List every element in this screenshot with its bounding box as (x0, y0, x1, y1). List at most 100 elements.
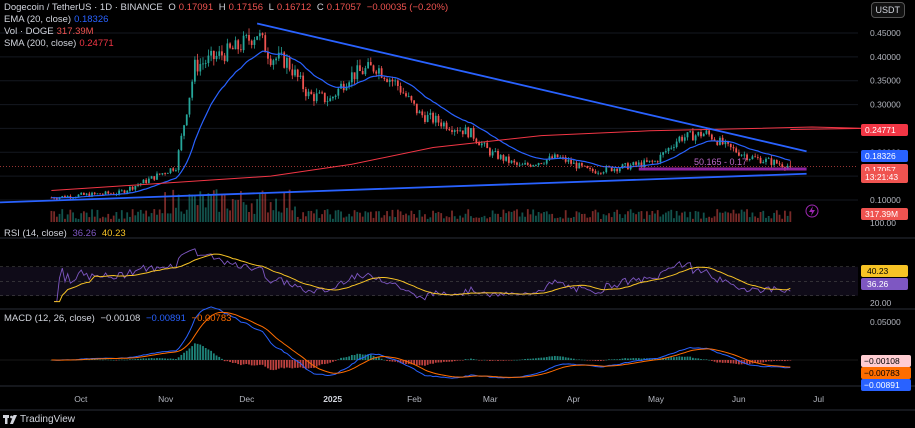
macd-histogram-bar (681, 356, 683, 360)
macd-axis-badge-text: −0.00783 (864, 368, 900, 378)
volume-bar (269, 202, 272, 222)
candle-body (461, 130, 464, 135)
ema-label: EMA (20, close) (4, 14, 72, 25)
candle-body (193, 59, 196, 82)
macd-histogram-bar (765, 360, 767, 362)
macd-histogram-bar (383, 359, 386, 361)
macd-histogram-bar (248, 360, 250, 365)
macd-histogram-bar (591, 360, 594, 361)
candle-body (518, 164, 521, 166)
volume-bar (762, 210, 765, 222)
volume-bar (591, 211, 594, 222)
volume-bar (683, 211, 686, 222)
macd-histogram-bar (767, 360, 770, 362)
candle-body (123, 190, 126, 193)
candle-body (107, 191, 110, 194)
volume-bar (137, 211, 139, 222)
rsi-axis-badge-text: 40.23 (867, 266, 889, 276)
macd-axis-badge-text: −0.00108 (864, 356, 900, 366)
candle-body (156, 173, 158, 180)
candle-body (581, 163, 583, 166)
volume-bar (55, 216, 58, 222)
volume-bar (204, 207, 207, 222)
volume-bar (83, 211, 85, 222)
ema-legend[interactable]: EMA (20, close) 0.18326 (4, 14, 111, 26)
candle-body (191, 81, 194, 98)
macd-histogram-bar (602, 360, 605, 361)
candle-body (616, 168, 619, 172)
candle-body (499, 155, 502, 159)
volume-bar (532, 209, 535, 222)
macd-histogram-bar (156, 358, 158, 360)
candle-body (399, 85, 402, 93)
tradingview-logo[interactable]: TradingView (3, 414, 75, 425)
volume-bar (627, 211, 629, 222)
volume-legend[interactable]: Vol · DOGE 317.39M (4, 26, 97, 38)
volume-bar (556, 217, 559, 222)
volume-bar (440, 213, 443, 222)
volume-bar (507, 211, 510, 222)
candle-body (169, 168, 172, 174)
volume-bar (180, 211, 183, 222)
volume-bar (472, 217, 475, 222)
macd-histogram-bar (350, 354, 353, 360)
candle-body (759, 157, 762, 164)
time-axis-label: Jun (732, 394, 746, 404)
macd-histogram-bar (599, 360, 602, 361)
symbol-name[interactable]: Dogecoin / TetherUS · 1D · BINANCE (4, 2, 163, 13)
candle-body (442, 122, 445, 127)
macd-histogram-bar (524, 359, 526, 360)
volume-bar (518, 216, 521, 222)
macd-histogram-bar (686, 356, 689, 360)
volume-bar (535, 215, 537, 222)
macd-histogram-bar (548, 356, 551, 360)
macd-histogram-bar (532, 358, 535, 360)
macd-axis-badge-text: −0.00891 (864, 380, 900, 390)
volume-bar (321, 214, 323, 222)
macd-histogram-bar (134, 359, 137, 360)
volume-bar (548, 214, 551, 222)
candle-body (164, 173, 167, 174)
volume-bar (277, 211, 280, 222)
volume-bar (77, 218, 80, 222)
volume-bar (729, 213, 732, 222)
macd-histogram-bar (269, 360, 272, 370)
macd-histogram-bar (708, 359, 711, 361)
macd-histogram-bar (177, 357, 180, 360)
candle-body (413, 100, 416, 104)
volume-bar (372, 217, 375, 222)
volume-bar (250, 203, 253, 222)
candle-body (537, 163, 540, 166)
macd-legend[interactable]: MACD (12, 26, close) −0.00108 −0.00891 −… (4, 313, 234, 324)
volume-bar (624, 214, 627, 222)
chart-canvas[interactable]: 0.100000.150000.200000.250000.300000.350… (0, 0, 915, 428)
currency-button[interactable]: USDT (870, 2, 905, 18)
candle-body (624, 163, 627, 165)
volume-bar (386, 211, 388, 222)
candle-body (142, 179, 145, 184)
macd-histogram-bar (191, 346, 194, 360)
volume-bar (461, 217, 464, 222)
volume-bar (602, 214, 605, 222)
candle-body (183, 125, 185, 136)
volume-bar (261, 190, 264, 222)
volume-bar (708, 216, 711, 222)
candle-body (732, 147, 735, 149)
candle-body (488, 148, 491, 156)
macd-histogram-bar (129, 359, 131, 360)
volume-bar (405, 213, 407, 222)
time-axis-label: Apr (567, 394, 580, 404)
candle-body (472, 128, 475, 139)
macd-histogram-bar (670, 357, 673, 360)
volume-bar (651, 211, 654, 222)
sma-legend[interactable]: SMA (200, close) 0.24771 (4, 38, 117, 50)
volume-bar (315, 209, 318, 222)
candle-body (307, 91, 310, 97)
candle-body (553, 154, 556, 159)
macd-histogram-bar (239, 360, 242, 366)
rsi-legend[interactable]: RSI (14, close) 36.26 40.23 (4, 228, 129, 239)
macd-histogram-bar (467, 359, 470, 360)
volume-bar (388, 216, 391, 222)
macd-histogram-bar (291, 360, 294, 369)
candle-body (448, 129, 451, 131)
